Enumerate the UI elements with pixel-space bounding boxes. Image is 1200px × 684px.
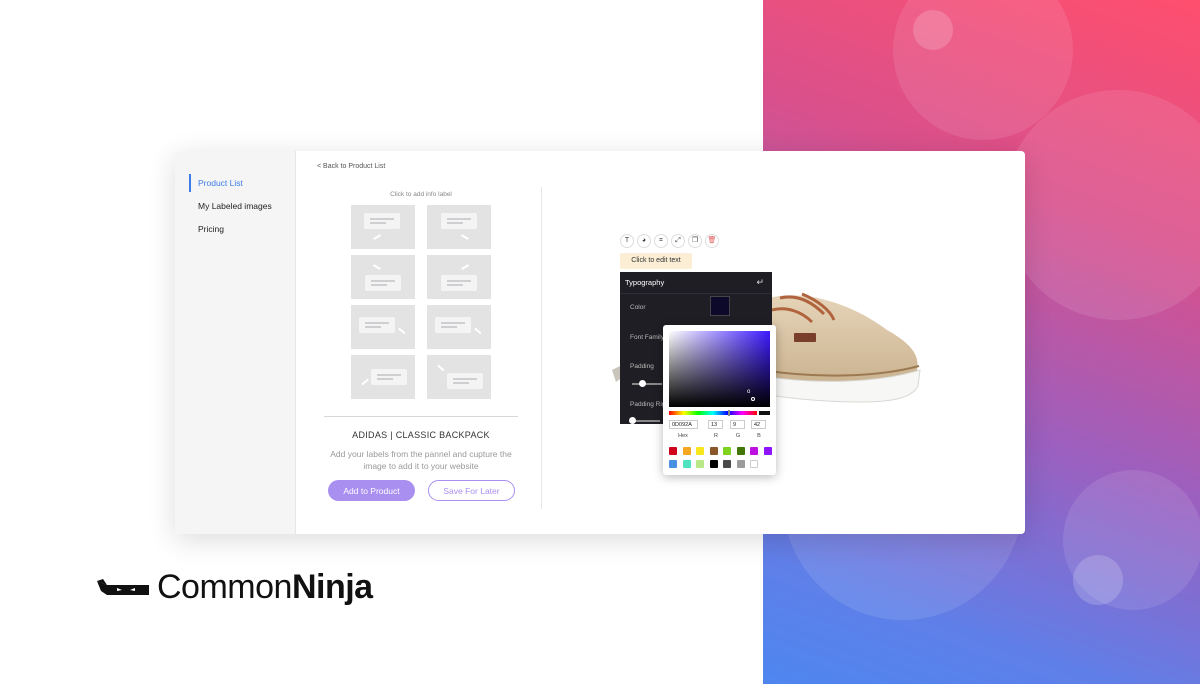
hex-input[interactable] (669, 420, 698, 429)
editor-divider (541, 187, 542, 509)
color-swatch-6[interactable] (750, 447, 758, 455)
label-template-tile[interactable] (427, 355, 491, 399)
red-input[interactable] (708, 420, 723, 429)
typography-title: Typography (625, 278, 665, 287)
color-swatch-10[interactable] (696, 460, 704, 468)
font-family-label: Font Family (630, 334, 664, 341)
brand-logo: CommonNinja (97, 566, 373, 608)
color-swatch-0[interactable] (669, 447, 677, 455)
blue-input[interactable] (751, 420, 766, 429)
saturation-cursor[interactable] (751, 397, 755, 401)
red-label: R (714, 433, 718, 439)
product-name: ADIDAS | CLASSIC BACKPACK (352, 430, 490, 440)
color-swatch-4[interactable] (723, 447, 731, 455)
color-label: Color (630, 304, 646, 311)
label-template-tile[interactable] (351, 355, 415, 399)
resize-icon[interactable]: ⤢ (671, 234, 685, 248)
back-to-product-list-link[interactable]: < Back to Product List (317, 163, 385, 170)
panel-divider (324, 416, 518, 417)
color-swatch-7[interactable] (763, 447, 772, 455)
green-input[interactable] (730, 420, 745, 429)
return-icon[interactable]: ↵ (756, 277, 764, 288)
cursor-label: o (747, 389, 751, 395)
saturation-area[interactable]: o (669, 331, 770, 407)
color-swatch-9[interactable] (682, 460, 691, 468)
color-swatch-12[interactable] (723, 460, 731, 468)
sidebar-item-pricing[interactable]: Pricing (175, 219, 295, 239)
color-swatch-14[interactable] (750, 460, 758, 468)
color-swatch-8[interactable] (669, 460, 677, 468)
label-toolbar: T ◕ ⌗ ⤢ ❐ 🗑 (620, 234, 719, 248)
brand-name-light: Common (157, 568, 292, 606)
hex-label: Hex (678, 433, 688, 439)
label-template-tile[interactable] (351, 305, 415, 349)
label-template-tile[interactable] (427, 255, 491, 299)
color-swatch-13[interactable] (736, 460, 745, 468)
padding-label: Padding (630, 363, 654, 370)
current-color-swatch[interactable] (710, 296, 730, 316)
color-picker: o Hex R G B (663, 325, 776, 475)
product-description: Add your labels from the pannel and cupt… (330, 449, 512, 471)
label-template-grid (323, 205, 519, 399)
color-swatch-2[interactable] (696, 447, 704, 455)
green-label: G (735, 433, 741, 439)
alpha-slider[interactable] (759, 411, 770, 415)
sidebar-item-my-labeled-images[interactable]: My Labeled images (175, 196, 295, 216)
padding-slider-handle[interactable] (639, 380, 646, 387)
hue-slider-handle[interactable] (728, 410, 730, 416)
color-swatch-11[interactable] (709, 460, 718, 468)
duplicate-icon[interactable]: ❐ (688, 234, 702, 248)
label-template-tile[interactable] (351, 205, 415, 249)
add-to-product-button[interactable]: Add to Product (328, 480, 415, 501)
palette-icon[interactable]: ◕ (637, 234, 651, 248)
color-swatch-5[interactable] (736, 447, 745, 455)
padding-slider-track (632, 383, 662, 385)
trash-icon[interactable]: 🗑 (705, 234, 719, 248)
brand-name-bold: Ninja (291, 568, 373, 606)
brand-name: CommonNinja (157, 570, 373, 604)
label-template-tile[interactable] (427, 205, 491, 249)
blue-label: B (757, 433, 761, 439)
color-swatch-3[interactable] (709, 447, 718, 455)
sidebar-item-product-list[interactable]: Product List (175, 173, 295, 193)
color-swatch-1[interactable] (682, 447, 691, 455)
label-template-tile[interactable] (351, 255, 415, 299)
padding-right-slider-handle[interactable] (629, 417, 636, 424)
hue-slider[interactable] (669, 411, 757, 415)
crop-icon[interactable]: ⌗ (654, 234, 668, 248)
save-for-later-button[interactable]: Save For Later (428, 480, 515, 501)
preset-swatches (669, 447, 772, 468)
ninja-mask-icon (97, 579, 149, 595)
label-panel-hint: Click to add info label (390, 191, 452, 198)
edit-text-tooltip[interactable]: Click to edit text (620, 253, 692, 269)
label-template-panel: Click to add info label (323, 191, 519, 399)
text-icon[interactable]: T (620, 234, 634, 248)
label-template-tile[interactable] (427, 305, 491, 349)
sidebar: Product List My Labeled images Pricing (175, 151, 296, 534)
